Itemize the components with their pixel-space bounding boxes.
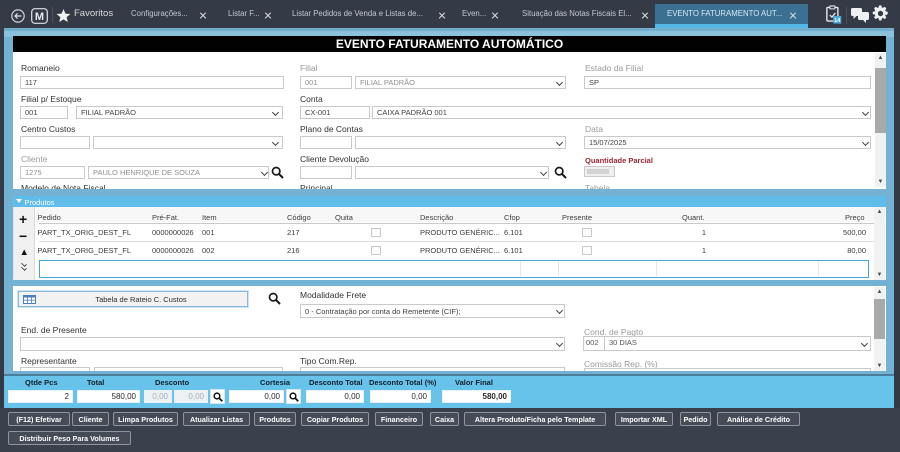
svg-text:14: 14 xyxy=(834,18,841,24)
svg-text:M: M xyxy=(35,11,44,23)
